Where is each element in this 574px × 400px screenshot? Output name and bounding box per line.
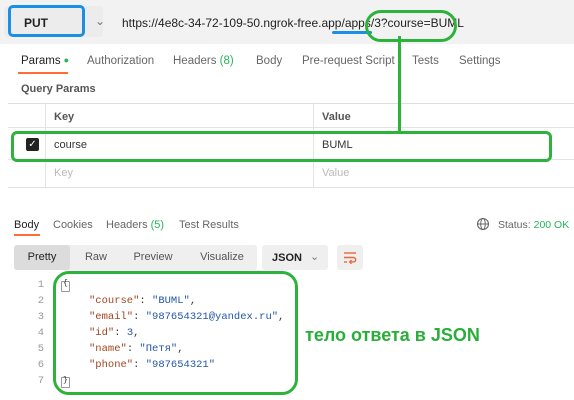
tab-settings[interactable]: Settings xyxy=(459,55,501,67)
new-key-placeholder[interactable]: Key xyxy=(54,167,73,179)
tab-headers-count: (8) xyxy=(219,55,234,67)
preview-button[interactable]: Preview xyxy=(124,245,182,270)
line-number: 5 xyxy=(37,343,44,355)
wrap-lines-icon xyxy=(344,252,357,265)
tab-pre-request-script[interactable]: Pre-request Script xyxy=(302,55,395,67)
column-header-key: Key xyxy=(54,111,75,123)
format-select-label: JSON xyxy=(272,252,302,264)
response-tab-test-results[interactable]: Test Results xyxy=(179,219,239,231)
response-body-highlight xyxy=(53,271,298,395)
response-tab-headers-count: (5) xyxy=(150,219,165,231)
status-value: 200 OK xyxy=(533,219,570,231)
line-number: 1 xyxy=(37,279,44,291)
visualize-button[interactable]: Visualize xyxy=(190,245,254,270)
active-tab-indicator xyxy=(18,72,68,74)
annotation-label: тело ответа в JSON xyxy=(305,325,480,345)
tab-headers-label: Headers xyxy=(173,55,217,67)
method-highlight xyxy=(8,5,85,37)
chevron-down-icon: ⌄ xyxy=(310,251,320,263)
new-value-placeholder[interactable]: Value xyxy=(322,167,349,179)
response-tab-cookies[interactable]: Cookies xyxy=(53,219,93,231)
query-params-title: Query Params xyxy=(21,83,96,95)
url-prefix: https://4e8c-34-72-109-50.ngrok-free.app… xyxy=(122,16,345,30)
column-header-value: Value xyxy=(322,111,351,123)
response-tab-headers-label: Headers xyxy=(106,219,148,231)
active-tab-indicator xyxy=(14,234,40,236)
url-query-highlight xyxy=(365,10,457,42)
status-label: Status: xyxy=(498,219,531,231)
table-divider xyxy=(8,127,574,128)
tab-params[interactable]: Params ● xyxy=(21,55,69,67)
tab-authorization[interactable]: Authorization xyxy=(87,55,154,67)
response-tab-body[interactable]: Body xyxy=(14,219,39,231)
annotation-connector xyxy=(398,36,401,132)
line-number: 6 xyxy=(37,359,44,371)
response-tab-headers[interactable]: Headers (5) xyxy=(106,219,164,231)
raw-button[interactable]: Raw xyxy=(74,245,118,270)
active-dot-icon: ● xyxy=(63,55,70,65)
tab-headers[interactable]: Headers (8) xyxy=(173,55,234,67)
tab-params-label: Params xyxy=(21,55,61,67)
tab-body[interactable]: Body xyxy=(256,55,282,67)
response-status: Status: 200 OK xyxy=(498,219,569,231)
line-number: 7 xyxy=(37,375,44,387)
line-number: 3 xyxy=(37,311,44,323)
tab-tests[interactable]: Tests xyxy=(412,55,439,67)
table-divider xyxy=(8,187,574,188)
line-number: 2 xyxy=(37,295,44,307)
param-row-highlight xyxy=(11,131,552,162)
chevron-down-icon[interactable]: ⌄ xyxy=(95,14,105,28)
globe-icon[interactable] xyxy=(476,217,490,231)
line-number: 4 xyxy=(37,327,44,339)
pretty-button[interactable]: Pretty xyxy=(14,245,70,270)
